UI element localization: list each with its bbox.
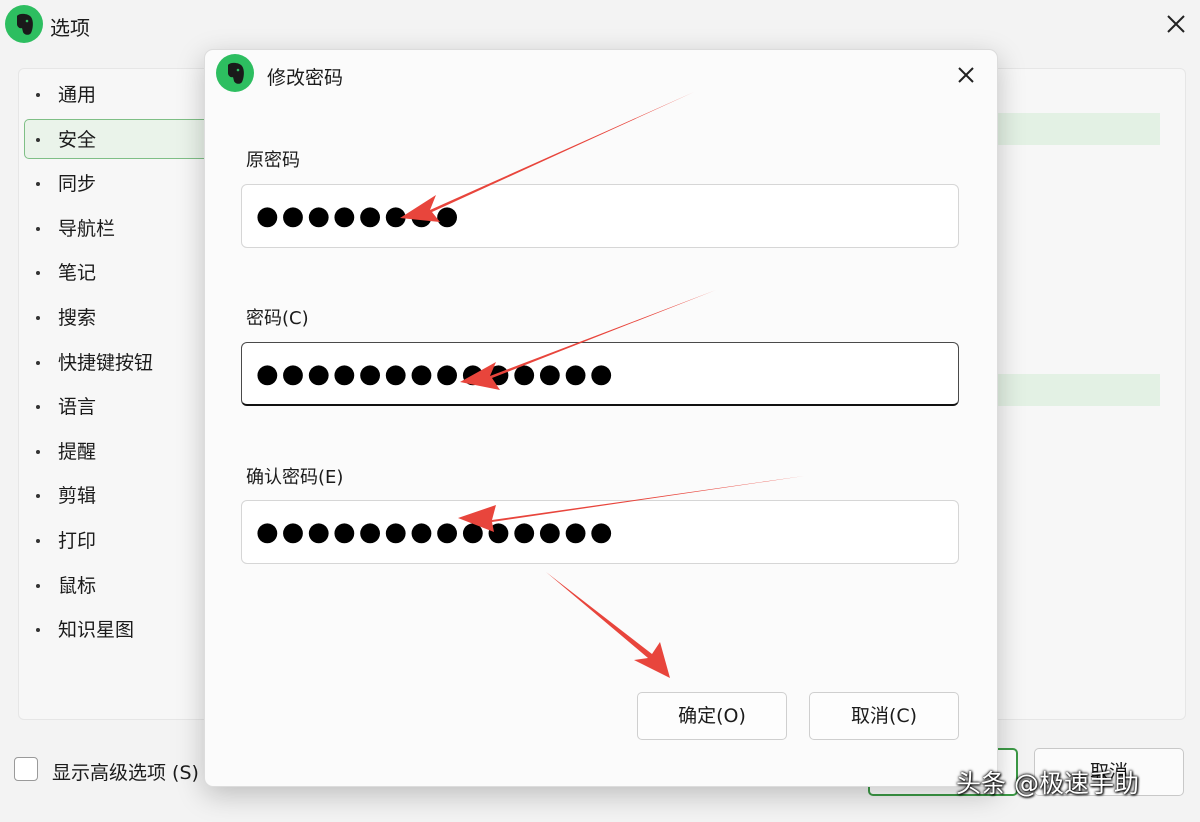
bullet-icon bbox=[36, 449, 40, 454]
close-icon[interactable] bbox=[1162, 10, 1190, 38]
dialog-title: 修改密码 bbox=[267, 67, 344, 89]
close-icon[interactable] bbox=[953, 62, 979, 88]
old-password-label: 原密码 bbox=[246, 150, 300, 171]
window-title: 选项 bbox=[50, 16, 90, 40]
sidebar-item-search[interactable]: 搜索 bbox=[24, 297, 214, 337]
sidebar-item-security[interactable]: 安全 bbox=[24, 118, 214, 159]
sidebar-item-print[interactable]: 打印 bbox=[24, 520, 214, 560]
sidebar-item-label: 语言 bbox=[58, 396, 97, 419]
sidebar-item-clipper[interactable]: 剪辑 bbox=[24, 475, 214, 515]
bullet-icon bbox=[36, 271, 40, 276]
sidebar-item-label: 导航栏 bbox=[58, 217, 116, 240]
sidebar-item-label: 知识星图 bbox=[58, 619, 135, 642]
old-password-input[interactable]: ●●●●●●●● bbox=[241, 184, 959, 248]
sidebar-item-mouse[interactable]: 鼠标 bbox=[24, 565, 214, 605]
selected-row-highlight bbox=[990, 374, 1160, 406]
sidebar-item-sync[interactable]: 同步 bbox=[24, 163, 214, 203]
bullet-icon bbox=[36, 583, 40, 588]
bullet-icon bbox=[36, 93, 40, 97]
advanced-options-label: 显示高级选项 (S) bbox=[52, 762, 199, 784]
bullet-icon bbox=[36, 494, 40, 499]
watermark: 头条 @极速手助 bbox=[956, 769, 1139, 798]
bullet-icon bbox=[36, 405, 40, 410]
ok-button[interactable]: 确定(O) bbox=[637, 692, 787, 740]
sidebar-item-knowledge-map[interactable]: 知识星图 bbox=[24, 609, 214, 649]
sidebar-item-language[interactable]: 语言 bbox=[24, 386, 214, 426]
bullet-icon bbox=[36, 628, 40, 633]
change-password-dialog: 修改密码 原密码 ●●●●●●●● 密码(C) ●●●●●●●●●●●●●● 确… bbox=[204, 49, 998, 787]
sidebar-item-label: 剪辑 bbox=[58, 485, 97, 508]
bullet-icon bbox=[36, 315, 40, 320]
sidebar-item-label: 快捷键按钮 bbox=[58, 351, 154, 374]
bullet-icon bbox=[36, 360, 40, 365]
sidebar-item-label: 搜索 bbox=[58, 306, 97, 329]
options-sidebar: 通用 安全 同步 导航栏 笔记 搜索 快捷键按钮 语言 提醒 剪辑 打印 鼠标 … bbox=[24, 74, 214, 654]
sidebar-item-label: 同步 bbox=[58, 173, 97, 196]
evernote-logo-icon bbox=[216, 54, 254, 92]
sidebar-item-navbar[interactable]: 导航栏 bbox=[24, 208, 214, 248]
confirm-password-label: 确认密码(E) bbox=[246, 467, 344, 488]
sidebar-item-label: 通用 bbox=[58, 84, 97, 106]
new-password-input[interactable]: ●●●●●●●●●●●●●● bbox=[241, 342, 959, 406]
evernote-logo-icon bbox=[5, 5, 43, 43]
sidebar-item-label: 提醒 bbox=[58, 440, 97, 463]
sidebar-item-label: 笔记 bbox=[58, 262, 97, 285]
advanced-options-checkbox[interactable] bbox=[14, 757, 38, 781]
sidebar-item-notes[interactable]: 笔记 bbox=[24, 252, 214, 292]
sidebar-item-label: 鼠标 bbox=[58, 574, 97, 597]
bullet-icon bbox=[36, 182, 40, 187]
bullet-icon bbox=[36, 137, 40, 142]
sidebar-item-label: 打印 bbox=[58, 529, 97, 552]
selected-row-highlight bbox=[990, 113, 1160, 145]
confirm-password-input[interactable]: ●●●●●●●●●●●●●● bbox=[241, 500, 959, 564]
bullet-icon bbox=[36, 226, 40, 231]
sidebar-item-reminders[interactable]: 提醒 bbox=[24, 431, 214, 471]
sidebar-item-general[interactable]: 通用 bbox=[24, 74, 214, 114]
bullet-icon bbox=[36, 538, 40, 543]
cancel-button[interactable]: 取消(C) bbox=[809, 692, 959, 740]
sidebar-item-label: 安全 bbox=[58, 128, 97, 151]
new-password-label: 密码(C) bbox=[246, 308, 309, 329]
sidebar-item-shortcuts[interactable]: 快捷键按钮 bbox=[24, 342, 214, 382]
